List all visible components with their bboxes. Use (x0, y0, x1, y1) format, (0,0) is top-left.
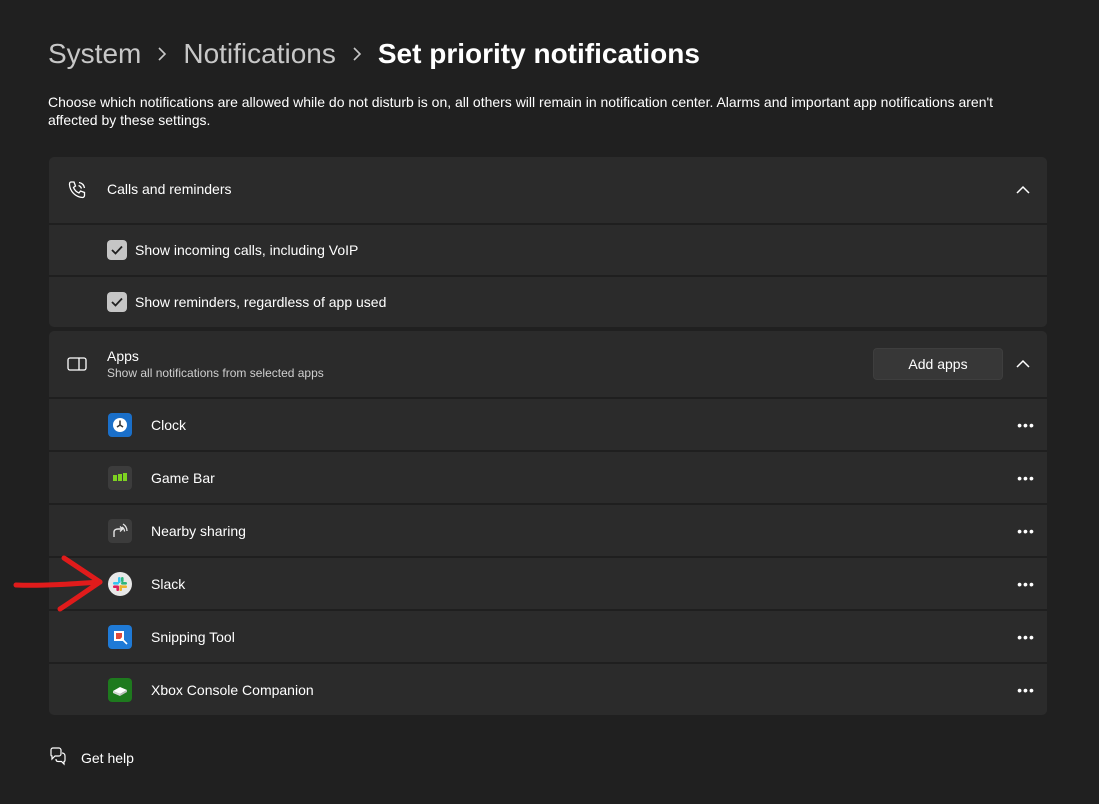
app-row-xbox-console-companion: Xbox Console Companion ••• (49, 664, 1047, 715)
help-chat-icon (47, 746, 67, 771)
breadcrumb: System Notifications Set priority notifi… (48, 34, 700, 74)
apps-subtitle: Show all notifications from selected app… (107, 366, 324, 380)
snipping-tool-icon (108, 624, 132, 649)
game-bar-icon (108, 465, 132, 490)
app-row-clock: Clock ••• (49, 399, 1047, 450)
xbox-icon (108, 677, 132, 702)
get-help-link[interactable]: Get help (47, 746, 134, 771)
incoming-calls-option: Show incoming calls, including VoIP (49, 225, 1047, 275)
more-options-icon[interactable]: ••• (1015, 626, 1037, 648)
annotation-arrow-icon (13, 555, 103, 612)
checkmark-icon (111, 245, 123, 255)
breadcrumb-system[interactable]: System (48, 38, 141, 70)
get-help-label: Get help (81, 750, 134, 766)
more-options-icon[interactable]: ••• (1015, 573, 1037, 595)
app-name: Nearby sharing (151, 522, 246, 539)
chevron-up-icon[interactable] (1011, 178, 1035, 202)
app-row-snipping-tool: Snipping Tool ••• (49, 611, 1047, 662)
apps-header[interactable]: Apps Show all notifications from selecte… (49, 331, 1047, 397)
checkmark-icon (111, 297, 123, 307)
app-row-nearby-sharing: Nearby sharing ••• (49, 505, 1047, 556)
breadcrumb-notifications[interactable]: Notifications (183, 38, 336, 70)
apps-title: Apps (107, 348, 139, 364)
calls-reminders-header[interactable]: Calls and reminders (49, 157, 1047, 223)
more-options-icon[interactable]: ••• (1015, 679, 1037, 701)
app-name: Snipping Tool (151, 628, 235, 645)
phone-icon (66, 179, 88, 201)
incoming-calls-checkbox[interactable] (107, 240, 127, 260)
incoming-calls-label: Show incoming calls, including VoIP (135, 242, 359, 258)
chevron-up-icon[interactable] (1011, 352, 1035, 376)
app-name: Slack (151, 575, 186, 592)
clock-icon (108, 412, 132, 437)
app-row-slack: Slack ••• (49, 558, 1047, 609)
page-description: Choose which notifications are allowed w… (48, 94, 994, 128)
app-row-game-bar: Game Bar ••• (49, 452, 1047, 503)
reminders-option: Show reminders, regardless of app used (49, 277, 1047, 327)
nearby-sharing-icon (108, 518, 132, 543)
more-options-icon[interactable]: ••• (1015, 467, 1037, 489)
slack-icon (108, 571, 132, 596)
more-options-icon[interactable]: ••• (1015, 414, 1037, 436)
app-name: Clock (151, 416, 187, 433)
apps-icon (66, 353, 88, 375)
reminders-label: Show reminders, regardless of app used (135, 294, 387, 310)
chevron-right-icon (141, 47, 183, 61)
calls-reminders-card: Calls and reminders Show incoming calls,… (49, 157, 1047, 327)
app-name: Game Bar (151, 469, 215, 486)
chevron-right-icon (336, 47, 378, 61)
calls-reminders-title: Calls and reminders (107, 181, 232, 197)
reminders-checkbox[interactable] (107, 292, 127, 312)
add-apps-button[interactable]: Add apps (873, 348, 1003, 380)
more-options-icon[interactable]: ••• (1015, 520, 1037, 542)
app-name: Xbox Console Companion (151, 681, 314, 698)
page-title: Set priority notifications (377, 38, 700, 69)
apps-card: Apps Show all notifications from selecte… (49, 331, 1047, 715)
